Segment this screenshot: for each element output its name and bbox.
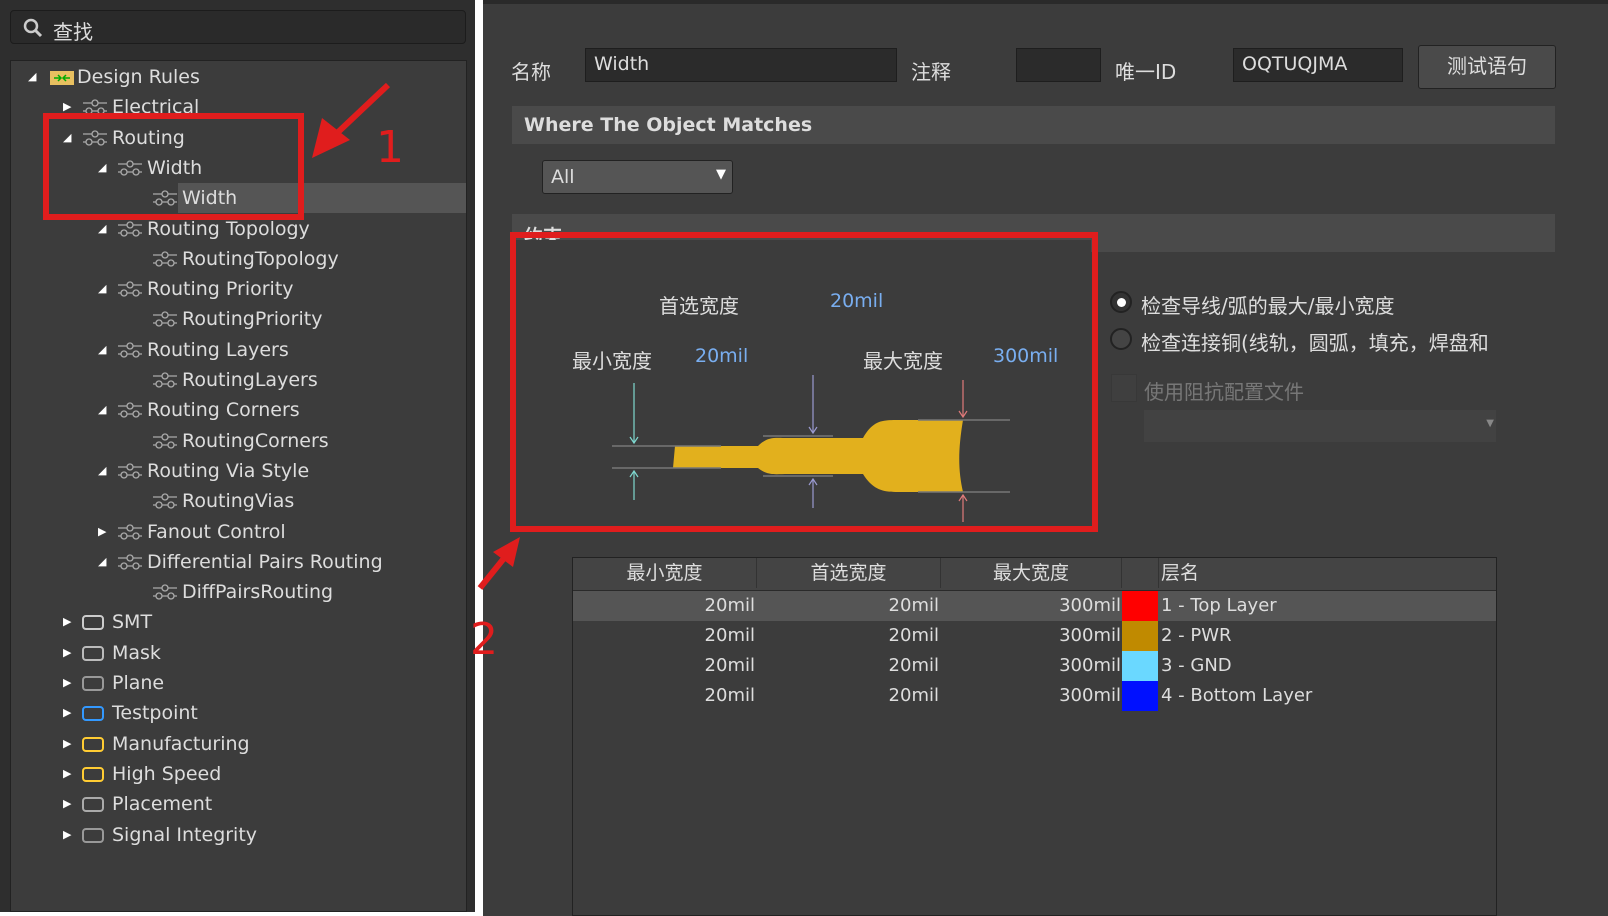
annotation-label-2: 2 [470, 614, 498, 665]
annotation-arrow-2 [477, 555, 508, 590]
annotation-arrows [312, 82, 520, 590]
annotation-label-1: 1 [376, 122, 404, 173]
